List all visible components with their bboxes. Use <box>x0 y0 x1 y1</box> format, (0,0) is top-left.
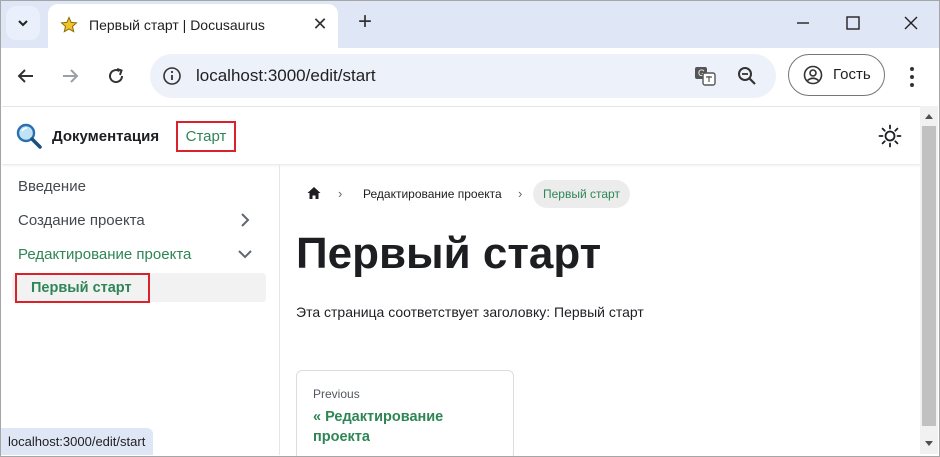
sidebar-item-create-project[interactable]: Создание проекта <box>18 212 145 229</box>
scroll-up-icon[interactable] <box>920 106 938 126</box>
pager-previous[interactable]: Previous « Редактирование проекта <box>296 370 514 457</box>
brand-title[interactable]: Документация <box>52 128 159 145</box>
profile-icon <box>803 65 823 85</box>
sidebar-item-edit-project[interactable]: Редактирование проекта <box>18 246 191 263</box>
star-favicon-icon <box>60 16 78 33</box>
chevron-down-icon <box>18 20 28 27</box>
zoom-icon[interactable] <box>736 65 758 87</box>
pager-sublabel: Previous <box>313 387 360 401</box>
tab-search-button[interactable] <box>6 6 40 40</box>
page-text: Эта страница соответствует заголовку: Пе… <box>296 304 644 320</box>
address-bar[interactable]: localhost:3000/edit/start G <box>150 54 776 98</box>
breadcrumb-current: Первый старт <box>533 180 630 208</box>
breadcrumb-separator: › <box>338 186 343 201</box>
home-icon[interactable] <box>306 185 322 201</box>
info-icon[interactable] <box>162 66 182 86</box>
close-tab-icon[interactable]: ✕ <box>310 14 330 34</box>
page-scrollbar[interactable] <box>920 106 938 454</box>
breadcrumb-separator: › <box>518 186 523 201</box>
translate-icon[interactable]: G <box>694 65 716 87</box>
guest-label: Гость <box>833 66 871 83</box>
status-url-bubble: localhost:3000/edit/start <box>0 428 154 455</box>
navbar-start-link[interactable]: Старт <box>176 121 236 152</box>
more-menu-icon[interactable] <box>902 64 922 90</box>
back-icon[interactable] <box>12 62 40 90</box>
chevron-down-icon[interactable] <box>236 245 254 263</box>
close-window-icon[interactable] <box>896 10 926 36</box>
site-navbar: Документация Старт <box>2 107 920 165</box>
new-tab-icon[interactable]: + <box>352 10 378 36</box>
scrollbar-thumb[interactable] <box>922 126 936 426</box>
pager-label[interactable]: « Редактирование проекта <box>313 407 503 447</box>
doc-content: › Редактирование проекта › Первый старт … <box>296 165 906 457</box>
tab-strip: Первый старт | Docusaurus ✕ + <box>0 0 940 48</box>
maximize-icon[interactable] <box>838 10 868 36</box>
guest-profile-button[interactable]: Гость <box>788 54 885 96</box>
sidebar-item-introduction[interactable]: Введение <box>18 178 86 195</box>
url-text[interactable]: localhost:3000/edit/start <box>196 66 376 86</box>
page-title: Первый старт <box>296 229 602 278</box>
active-tab[interactable]: Первый старт | Docusaurus ✕ <box>48 4 338 48</box>
magnifier-logo-icon[interactable] <box>15 122 43 150</box>
docs-sidebar: Введение Создание проекта Редактирование… <box>2 165 280 455</box>
browser-toolbar: localhost:3000/edit/start G Гость <box>0 48 940 106</box>
breadcrumb-edit-project[interactable]: Редактирование проекта <box>363 187 502 201</box>
forward-icon[interactable] <box>56 62 84 90</box>
sun-theme-toggle-icon[interactable] <box>878 124 902 148</box>
sidebar-item-first-start[interactable]: Первый старт <box>15 273 150 303</box>
scroll-down-icon[interactable] <box>920 434 938 454</box>
tab-title: Первый старт | Docusaurus <box>89 17 265 33</box>
reload-icon[interactable] <box>102 62 130 90</box>
docusaurus-page: Документация Старт Введение Создание про… <box>2 106 920 457</box>
chevron-right-icon[interactable] <box>236 211 254 229</box>
minimize-icon[interactable] <box>788 10 818 36</box>
